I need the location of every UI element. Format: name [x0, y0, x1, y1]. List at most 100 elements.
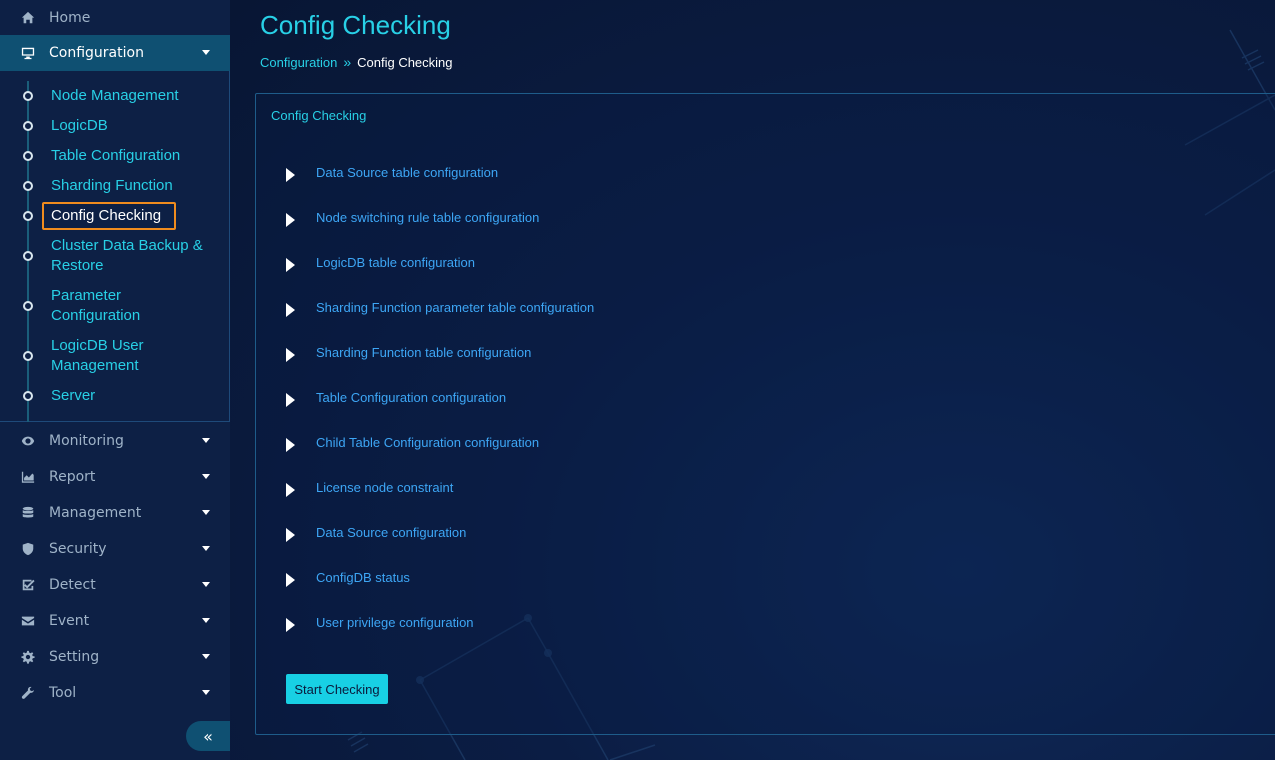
gear-icon [19, 650, 37, 664]
sidebar-subitem-table-configuration[interactable]: Table Configuration [0, 146, 229, 166]
circle-bullet-icon [23, 151, 33, 161]
sidebar-item-home[interactable]: Home [0, 0, 230, 36]
sidebar-subitem-logicdb-user-management[interactable]: LogicDB User Management [0, 336, 229, 376]
area-chart-icon [19, 470, 37, 484]
sidebar-subitem-node-management[interactable]: Node Management [0, 86, 229, 106]
check-item-label: Node switching rule table configuration [316, 209, 540, 225]
caret-down-icon [202, 618, 210, 623]
check-item-user-privilege[interactable]: User privilege configuration [286, 610, 786, 634]
subitem-label: LogicDB User Management [51, 337, 144, 374]
check-item-label: Sharding Function table configuration [316, 344, 532, 360]
expand-triangle-icon [286, 528, 295, 542]
sidebar-item-setting[interactable]: Setting [0, 639, 230, 675]
check-item-license-node-constraint[interactable]: License node constraint [286, 475, 786, 499]
sidebar-subitem-config-checking[interactable]: Config Checking [0, 202, 229, 230]
configuration-submenu: Node Management LogicDB Table Configurat… [0, 71, 230, 422]
caret-down-icon [202, 474, 210, 479]
sidebar-item-security[interactable]: Security [0, 531, 230, 567]
subitem-label: LogicDB [51, 117, 108, 134]
check-item-table-configuration[interactable]: Table Configuration configuration [286, 385, 786, 409]
sidebar-item-report[interactable]: Report [0, 459, 230, 495]
sidebar-item-label: Setting [49, 649, 100, 665]
sidebar-item-management[interactable]: Management [0, 495, 230, 531]
sidebar-item-label: Security [49, 541, 107, 557]
caret-down-icon [202, 438, 210, 443]
database-icon [19, 506, 37, 520]
check-item-sharding-function-parameter[interactable]: Sharding Function parameter table config… [286, 295, 786, 319]
sidebar-subitem-server[interactable]: Server [0, 386, 229, 406]
sidebar-item-tool[interactable]: Tool [0, 675, 230, 711]
page-title: Config Checking [260, 10, 451, 40]
check-item-data-source-table[interactable]: Data Source table configuration [286, 160, 786, 184]
subitem-label: Parameter Configuration [51, 287, 141, 324]
caret-down-icon [202, 50, 210, 55]
check-item-label: Sharding Function parameter table config… [316, 299, 595, 315]
check-item-label: Table Configuration configuration [316, 389, 507, 405]
expand-triangle-icon [286, 438, 295, 452]
sidebar-item-label: Report [49, 469, 96, 485]
check-item-sharding-function-table[interactable]: Sharding Function table configuration [286, 340, 786, 364]
check-item-label: License node constraint [316, 479, 454, 495]
expand-triangle-icon [286, 483, 295, 497]
double-chevron-right-icon: » [343, 54, 352, 70]
collapse-sidebar-button[interactable]: « [186, 721, 230, 751]
expand-triangle-icon [286, 213, 295, 227]
current-item-highlight [42, 202, 176, 230]
check-item-label: LogicDB table configuration [316, 254, 475, 270]
check-item-label: User privilege configuration [316, 614, 474, 630]
sidebar-item-configuration[interactable]: Configuration [0, 35, 230, 71]
sidebar-item-label: Event [49, 613, 90, 629]
caret-down-icon [202, 546, 210, 551]
expand-triangle-icon [286, 348, 295, 362]
sidebar-subitem-logicdb[interactable]: LogicDB [0, 116, 229, 136]
check-item-child-table-configuration[interactable]: Child Table Configuration configuration [286, 430, 786, 454]
subitem-label: Sharding Function [51, 177, 173, 194]
check-item-logicdb-table[interactable]: LogicDB table configuration [286, 250, 786, 274]
circle-bullet-icon [23, 181, 33, 191]
circle-bullet-icon [23, 391, 33, 401]
sidebar-subitem-cluster-data-backup[interactable]: Cluster Data Backup & Restore [0, 236, 229, 276]
sidebar-item-label: Configuration [49, 45, 144, 61]
double-chevron-left-icon: « [203, 726, 213, 746]
breadcrumb-link-configuration[interactable]: Configuration [260, 55, 337, 70]
eye-icon [19, 434, 37, 448]
breadcrumb-current: Config Checking [357, 54, 453, 70]
check-item-configdb-status[interactable]: ConfigDB status [286, 565, 786, 589]
caret-down-icon [202, 690, 210, 695]
sidebar-subitem-parameter-configuration[interactable]: Parameter Configuration [0, 286, 229, 326]
panel-title: Config Checking [271, 108, 367, 123]
subitem-label: Cluster Data Backup & Restore [51, 237, 203, 274]
check-item-label: Data Source configuration [316, 524, 467, 540]
monitor-icon [19, 46, 37, 60]
check-item-data-source-configuration[interactable]: Data Source configuration [286, 520, 786, 544]
expand-triangle-icon [286, 573, 295, 587]
sidebar-item-monitoring[interactable]: Monitoring [0, 423, 230, 459]
circle-bullet-icon [23, 301, 33, 311]
check-item-label: ConfigDB status [316, 569, 410, 585]
sidebar-subitem-sharding-function[interactable]: Sharding Function [0, 176, 229, 196]
circle-bullet-icon [23, 211, 33, 221]
sidebar: Home Configuration Node Management Logic… [0, 0, 230, 760]
circle-bullet-icon [23, 351, 33, 361]
expand-triangle-icon [286, 303, 295, 317]
expand-triangle-icon [286, 258, 295, 272]
breadcrumb: Configuration » Config Checking [260, 54, 453, 70]
sidebar-item-label: Management [49, 505, 142, 521]
check-square-icon [19, 578, 37, 592]
expand-triangle-icon [286, 168, 295, 182]
start-checking-button[interactable]: Start Checking [286, 674, 388, 704]
caret-down-icon [202, 582, 210, 587]
sidebar-item-label: Monitoring [49, 433, 124, 449]
circle-bullet-icon [23, 251, 33, 261]
subitem-label: Node Management [51, 87, 179, 104]
check-item-node-switching-rule[interactable]: Node switching rule table configuration [286, 205, 786, 229]
sidebar-item-label: Home [49, 10, 91, 26]
subitem-label: Server [51, 387, 96, 404]
sidebar-item-event[interactable]: Event [0, 603, 230, 639]
caret-down-icon [202, 510, 210, 515]
shield-icon [19, 542, 37, 556]
check-item-label: Child Table Configuration configuration [316, 434, 540, 450]
circle-bullet-icon [23, 91, 33, 101]
circle-bullet-icon [23, 121, 33, 131]
sidebar-item-detect[interactable]: Detect [0, 567, 230, 603]
